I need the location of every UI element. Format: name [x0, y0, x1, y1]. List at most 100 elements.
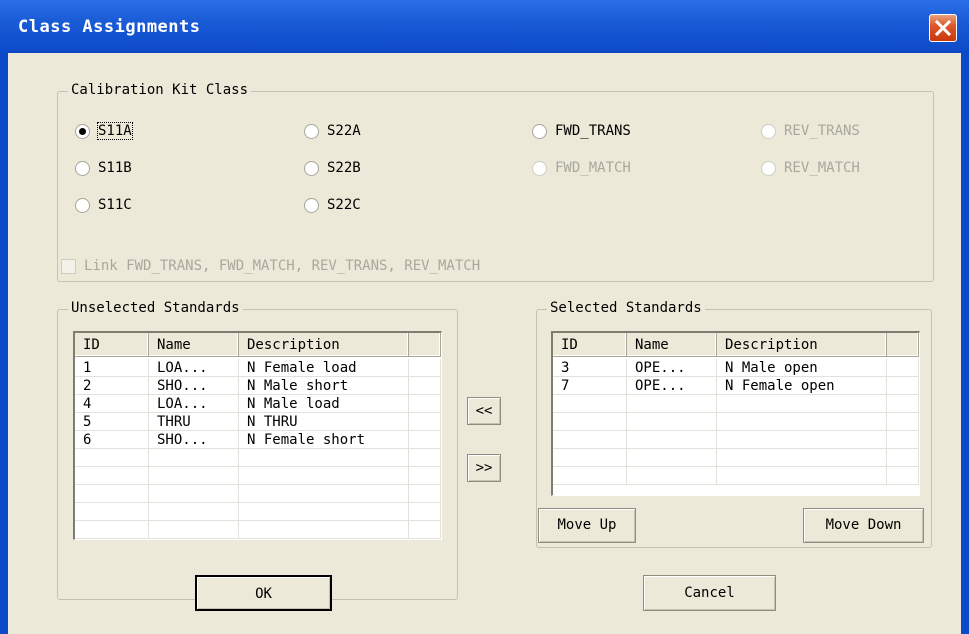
radio-label: REV_MATCH	[784, 160, 860, 176]
row-gridline	[75, 538, 441, 539]
radio-circle	[304, 160, 319, 176]
cell-id: 7	[553, 377, 627, 395]
calibration-kit-class-group: Calibration Kit Class S11A S11B S11C S22…	[57, 82, 934, 282]
cell-name: LOA...	[149, 359, 239, 377]
cell-name	[149, 503, 239, 521]
radio-s22c[interactable]: S22C	[304, 197, 361, 213]
cell-id	[553, 467, 627, 485]
column-header-name[interactable]: Name	[149, 333, 239, 357]
cell-name: SHO...	[149, 377, 239, 395]
list-header: ID Name Description	[75, 333, 441, 359]
empty-table-row	[553, 449, 919, 467]
cell-description	[717, 431, 887, 449]
radio-s11c[interactable]: S11C	[75, 197, 132, 213]
cell-description: N Male short	[239, 377, 409, 395]
cell-filler	[887, 395, 919, 413]
cell-filler	[409, 485, 441, 503]
radio-label: S22C	[327, 197, 361, 213]
cell-description	[239, 467, 409, 485]
radio-circle	[75, 160, 90, 176]
unselected-standards-list[interactable]: ID Name Description 1 LOA... N Female load…	[73, 331, 442, 540]
cell-id: 3	[553, 359, 627, 377]
radio-s22b[interactable]: S22B	[304, 160, 361, 176]
cell-name	[627, 395, 717, 413]
cell-name	[627, 413, 717, 431]
move-up-button[interactable]: Move Up	[538, 508, 636, 543]
unselected-standards-group: Unselected Standards ID Name Description…	[57, 300, 458, 600]
link-checkbox-label: Link FWD_TRANS, FWD_MATCH, REV_TRANS, RE…	[84, 258, 481, 274]
list-header: ID Name Description	[553, 333, 919, 359]
ok-button[interactable]: OK	[195, 575, 332, 611]
cell-id	[75, 521, 149, 539]
radio-circle	[304, 123, 319, 139]
radio-s11b[interactable]: S11B	[75, 160, 132, 176]
empty-table-row	[75, 503, 441, 521]
cell-filler	[887, 413, 919, 431]
radio-label: REV_TRANS	[784, 123, 860, 139]
radio-s22a[interactable]: S22A	[304, 123, 361, 139]
cancel-button[interactable]: Cancel	[643, 575, 776, 611]
cell-filler	[887, 431, 919, 449]
radio-circle	[761, 123, 776, 139]
move-to-unselected-button[interactable]: >>	[467, 454, 501, 482]
cell-filler	[409, 413, 441, 431]
empty-table-row	[75, 521, 441, 539]
radio-circle	[75, 197, 90, 213]
column-header-id[interactable]: ID	[75, 333, 149, 357]
cell-description	[239, 449, 409, 467]
close-button[interactable]	[929, 14, 957, 42]
table-row[interactable]: 7 OPE... N Female open	[553, 377, 919, 395]
cell-id	[75, 449, 149, 467]
cell-description	[717, 413, 887, 431]
selected-standards-list[interactable]: ID Name Description 3 OPE... N Male open 7 O…	[551, 331, 920, 496]
cell-name	[149, 485, 239, 503]
empty-table-row	[553, 467, 919, 485]
cell-description: N Female short	[239, 431, 409, 449]
cell-id: 4	[75, 395, 149, 413]
cell-id	[75, 485, 149, 503]
empty-table-row	[553, 395, 919, 413]
move-down-button[interactable]: Move Down	[803, 508, 924, 543]
radio-label: S22B	[327, 160, 361, 176]
column-header-filler	[887, 333, 919, 357]
cell-id	[553, 431, 627, 449]
radio-selected-dot	[79, 127, 86, 135]
cell-filler	[409, 395, 441, 413]
selected-standards-legend: Selected Standards	[547, 300, 705, 316]
table-row[interactable]: 2 SHO... N Male short	[75, 377, 441, 395]
column-header-description[interactable]: Description	[239, 333, 409, 357]
table-row[interactable]: 5 THRU N THRU	[75, 413, 441, 431]
move-to-selected-button[interactable]: <<	[467, 397, 501, 425]
cell-name: LOA...	[149, 395, 239, 413]
column-header-filler	[409, 333, 441, 357]
radio-circle	[532, 160, 547, 176]
radio-s11a[interactable]: S11A	[75, 122, 133, 140]
empty-table-row	[75, 485, 441, 503]
cell-id	[553, 395, 627, 413]
cell-description	[239, 521, 409, 539]
radio-label: S11B	[98, 160, 132, 176]
column-header-name[interactable]: Name	[627, 333, 717, 357]
cell-description	[717, 449, 887, 467]
table-row[interactable]: 1 LOA... N Female load	[75, 359, 441, 377]
cell-id: 6	[75, 431, 149, 449]
window-title: Class Assignments	[18, 17, 201, 37]
radio-rev-match: REV_MATCH	[761, 160, 860, 176]
empty-table-row	[75, 449, 441, 467]
empty-table-row	[553, 431, 919, 449]
radio-fwd-trans[interactable]: FWD_TRANS	[532, 123, 631, 139]
column-header-id[interactable]: ID	[553, 333, 627, 357]
column-header-description[interactable]: Description	[717, 333, 887, 357]
table-row[interactable]: 4 LOA... N Male load	[75, 395, 441, 413]
cell-id: 2	[75, 377, 149, 395]
radio-label: FWD_MATCH	[555, 160, 631, 176]
radio-circle	[761, 160, 776, 176]
cell-name: THRU	[149, 413, 239, 431]
title-bar[interactable]: Class Assignments	[0, 0, 969, 53]
table-row[interactable]: 3 OPE... N Male open	[553, 359, 919, 377]
cell-description: N Male open	[717, 359, 887, 377]
unselected-standards-legend: Unselected Standards	[68, 300, 243, 316]
empty-table-row	[75, 467, 441, 485]
checkbox-box	[61, 258, 76, 274]
table-row[interactable]: 6 SHO... N Female short	[75, 431, 441, 449]
